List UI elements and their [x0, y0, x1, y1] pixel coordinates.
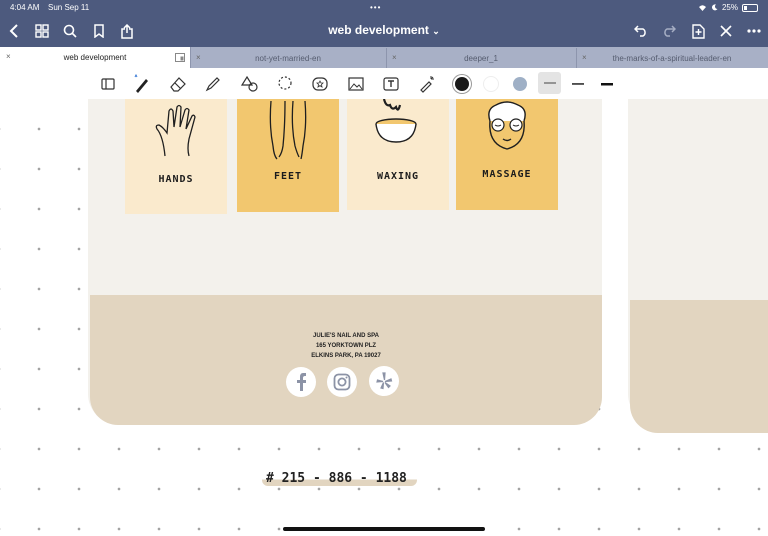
shapes-tool[interactable] [240, 74, 260, 94]
battery-fill [744, 5, 747, 10]
status-bar: 4:04 AM Sun Sep 11 ••• 25% [0, 0, 768, 14]
stroke-width-medium[interactable] [568, 74, 588, 94]
undo-icon [634, 25, 646, 37]
instagram-icon [333, 373, 351, 391]
address-line-3: ELKINS PARK, PA 19027 [311, 353, 381, 359]
medium-line-icon [572, 83, 584, 85]
sticker-icon [312, 77, 328, 91]
service-card-waxing: WAXING [347, 99, 449, 210]
laser-pointer-icon [420, 76, 434, 93]
color-swatch-blue-gray[interactable] [510, 74, 530, 94]
yelp-link[interactable] [369, 366, 399, 396]
chevron-down-icon: ⌄ [432, 26, 440, 36]
tab-close-icon[interactable]: × [196, 53, 201, 62]
business-address: JULIE'S NAIL AND SPA 165 YORKTOWN PLZ EL… [90, 331, 602, 361]
thin-line-icon [543, 82, 556, 84]
tab-close-icon[interactable]: × [582, 53, 587, 62]
highlighter-tool[interactable] [203, 74, 223, 94]
tab-deeper-1[interactable]: × deeper_1 [386, 48, 577, 68]
shapes-icon [241, 75, 258, 92]
tab-close-icon[interactable]: × [6, 52, 11, 61]
service-card-hands: HANDS [125, 99, 227, 214]
lasso-tool[interactable] [275, 74, 295, 94]
battery-percent: 25% [721, 3, 738, 12]
sticker-tool[interactable] [310, 74, 330, 94]
tab-label: the-marks-of-a-spiritual-leader-en [612, 53, 732, 63]
facebook-icon [297, 373, 306, 391]
yelp-icon [376, 372, 393, 390]
more-icon [747, 29, 761, 33]
color-swatch-black[interactable] [452, 74, 472, 94]
eraser-tool[interactable] [168, 74, 188, 94]
tab-label: deeper_1 [464, 53, 498, 63]
more-button[interactable] [744, 21, 764, 41]
card-label-feet: FEET [273, 171, 303, 182]
battery-icon [742, 3, 758, 12]
wifi-icon [698, 5, 706, 11]
tab-close-icon[interactable]: × [392, 53, 397, 62]
multitasking-dots[interactable]: ••• [370, 3, 381, 12]
instagram-link[interactable] [327, 367, 357, 397]
laser-pointer-tool[interactable] [417, 74, 437, 94]
home-indicator [283, 527, 485, 531]
image-tool[interactable] [346, 74, 366, 94]
add-page-button[interactable] [688, 21, 708, 41]
service-card-massage: MASSAGE [456, 99, 558, 210]
wax-bowl-icon [375, 99, 417, 143]
document-title[interactable]: web development ⌄ [0, 23, 768, 37]
tab-web-development[interactable]: × web development [0, 47, 191, 68]
card-label-massage: MASSAGE [482, 169, 532, 180]
text-icon [383, 77, 399, 91]
card-label-hands: HANDS [158, 174, 194, 185]
address-line-1: JULIE'S NAIL AND SPA [313, 333, 379, 339]
lasso-icon [278, 76, 292, 90]
page-footer-band-2 [630, 300, 768, 433]
face-mask-icon [488, 101, 526, 150]
pen-icon [134, 74, 148, 93]
redo-button[interactable] [659, 21, 679, 41]
status-time: 4:04 AM [10, 3, 40, 12]
document-title-text: web development [328, 23, 429, 37]
hand-icon [155, 104, 196, 157]
stroke-width-thin[interactable] [538, 72, 561, 94]
tab-bar: × web development × not-yet-married-en ×… [0, 47, 768, 68]
close-icon [720, 25, 732, 37]
color-swatch-blue-gray-dot [513, 77, 527, 91]
moon-icon [711, 4, 718, 11]
layout-tool[interactable] [98, 74, 118, 94]
pen-tool[interactable] [132, 74, 152, 94]
status-right: 25% [698, 3, 758, 12]
navigation-bar: web development ⌄ [0, 17, 768, 45]
eraser-icon [170, 77, 186, 92]
highlighter-icon [205, 77, 220, 92]
handwritten-phone-number[interactable]: # 215 - 886 - 1188 [262, 471, 417, 486]
redo-icon [664, 25, 676, 37]
undo-button[interactable] [631, 21, 651, 41]
tab-label: web development [63, 53, 127, 62]
stroke-width-thick[interactable] [597, 74, 617, 94]
layout-icon [101, 78, 115, 90]
notebook-canvas[interactable]: HANDS FEET WAXING MASSAGE JULIE'S NAIL A… [0, 99, 768, 536]
text-tool[interactable] [381, 74, 401, 94]
color-swatch-white[interactable] [481, 74, 501, 94]
top-bar: 4:04 AM Sun Sep 11 ••• 25% web developme… [0, 0, 768, 47]
tab-not-yet-married-en[interactable]: × not-yet-married-en [190, 48, 387, 68]
tab-label: not-yet-married-en [255, 53, 321, 63]
split-view-icon[interactable] [175, 53, 185, 62]
image-icon [348, 77, 364, 91]
color-swatch-white-dot [483, 76, 499, 92]
color-swatch-black-dot [455, 77, 469, 91]
facebook-link[interactable] [286, 367, 316, 397]
legs-icon [269, 101, 307, 160]
status-date: Sun Sep 11 [48, 3, 90, 12]
add-page-icon [691, 23, 705, 39]
drawing-toolbar [0, 68, 768, 100]
tab-the-marks-of-a-spiritual-leader-en[interactable]: × the-marks-of-a-spiritual-leader-en [576, 48, 768, 68]
close-edit-button[interactable] [716, 21, 736, 41]
card-label-waxing: WAXING [376, 171, 420, 182]
service-card-feet: FEET [237, 99, 339, 212]
thick-line-icon [601, 82, 613, 85]
address-line-2: 165 YORKTOWN PLZ [315, 343, 377, 349]
